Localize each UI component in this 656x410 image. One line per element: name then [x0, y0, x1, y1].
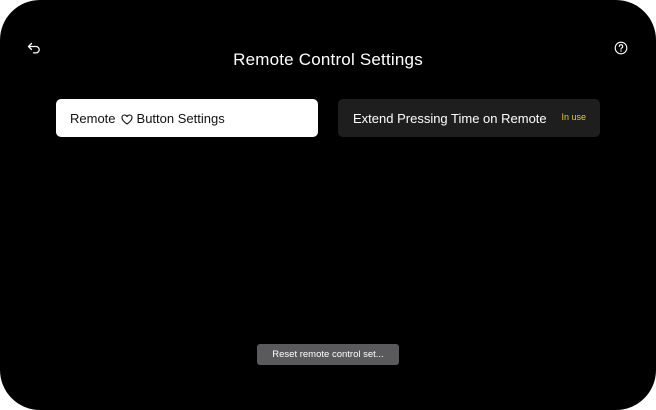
remote-label: Remote [70, 110, 116, 126]
remote-button-settings-card[interactable]: Remote Button Settings [56, 99, 318, 137]
reset-remote-control-button[interactable]: Reset remote control set... [257, 344, 399, 365]
button-settings-label: Button Settings [136, 110, 225, 126]
help-icon [614, 41, 628, 60]
reset-remote-control-label: Reset remote control set... [272, 349, 384, 360]
in-use-badge: In use [561, 112, 586, 122]
help-button[interactable] [612, 41, 630, 59]
extend-pressing-time-card[interactable]: Extend Pressing Time on Remote In use [338, 99, 600, 137]
remote-button-settings-label: Remote Button Settings [70, 111, 225, 126]
extend-pressing-time-label: Extend Pressing Time on Remote [353, 110, 547, 126]
remote-control-settings-screen: Remote Control Settings Remote Button Se… [0, 0, 656, 410]
page-title: Remote Control Settings [233, 50, 423, 69]
heart-icon [120, 113, 133, 125]
